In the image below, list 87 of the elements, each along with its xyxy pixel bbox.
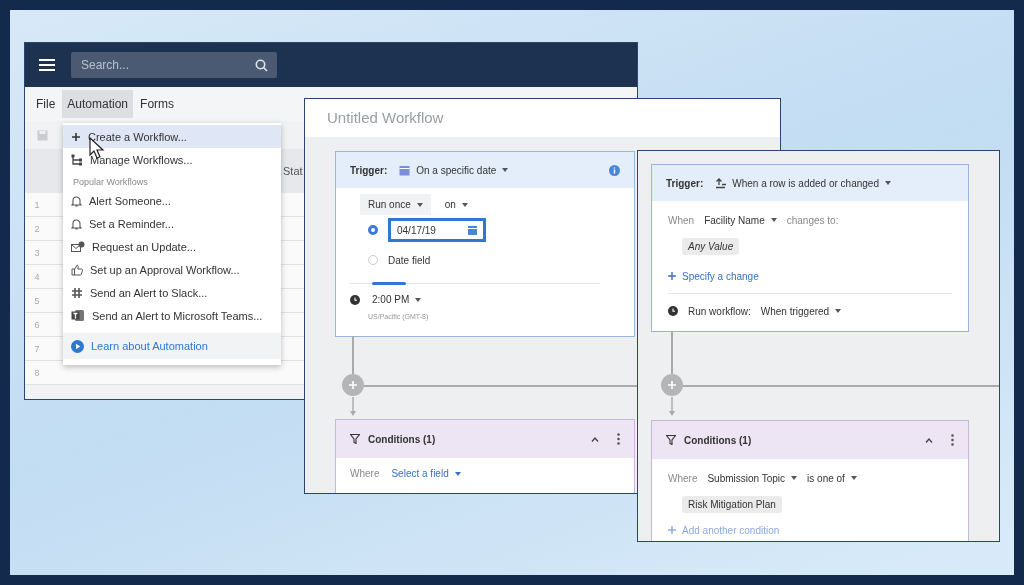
row-number: 6 — [33, 319, 41, 330]
option-label: Date field — [388, 254, 431, 266]
play-icon — [71, 339, 84, 353]
row-number: 5 — [33, 295, 41, 306]
frequency-dropdown[interactable]: Run once — [360, 194, 431, 215]
plus-icon — [349, 381, 357, 389]
field-dropdown[interactable]: Submission Topic — [707, 472, 798, 484]
upload-icon — [715, 177, 727, 189]
hierarchy-icon — [71, 153, 83, 166]
more-icon[interactable] — [951, 434, 954, 446]
search-icon[interactable] — [255, 59, 268, 72]
filter-icon — [350, 434, 360, 444]
trigger-label: Trigger: — [666, 177, 704, 189]
menu-item[interactable]: Learn about Automation — [63, 333, 281, 359]
caret-icon — [454, 471, 461, 476]
row-number: 3 — [33, 247, 41, 258]
specify-change-link[interactable]: Specify a change — [668, 263, 952, 289]
column-header: Stat — [283, 165, 303, 177]
menu-item[interactable]: Set up an Approval Workflow... — [63, 258, 281, 281]
collapse-icon[interactable] — [925, 437, 933, 443]
caret-icon — [835, 309, 842, 313]
caret-icon — [416, 202, 423, 207]
run-dropdown[interactable]: When triggered — [760, 305, 842, 317]
more-icon[interactable] — [617, 433, 620, 445]
column-dropdown[interactable]: Facility Name — [704, 214, 777, 226]
operator-dropdown[interactable]: is one of — [807, 472, 857, 484]
where-label: Where — [668, 472, 698, 484]
caret-icon — [885, 181, 891, 185]
preposition-dropdown[interactable]: on — [444, 199, 468, 210]
menu-item[interactable]: Request an Update... — [63, 235, 281, 258]
value-chip: Risk Mitigation Plan — [682, 495, 782, 513]
clock-icon — [350, 294, 360, 305]
plus-icon — [668, 272, 676, 280]
menu-item[interactable]: Alert Someone... — [63, 189, 281, 212]
calendar-icon[interactable] — [468, 225, 477, 235]
bell-icon — [71, 194, 82, 207]
calendar-icon — [399, 164, 411, 176]
value-chip: Any Value — [682, 237, 740, 255]
row-number: 4 — [33, 271, 41, 282]
bell-icon — [71, 217, 82, 230]
menu-icon[interactable] — [39, 59, 55, 71]
time-dropdown[interactable]: 2:00 PM — [372, 294, 422, 305]
conditions-title: Conditions (1) — [368, 433, 436, 445]
arrow-icon — [349, 397, 357, 417]
envelope-icon — [71, 240, 85, 253]
plus-icon — [668, 381, 676, 389]
menu-item[interactable]: Send an Alert to Slack... — [63, 281, 281, 304]
where-label: Where — [350, 468, 380, 479]
info-icon[interactable] — [609, 164, 620, 176]
row-number: 7 — [33, 343, 41, 354]
menu-section-heading: Popular Workflows — [72, 176, 149, 189]
caret-icon — [770, 218, 777, 222]
arrow-icon — [668, 397, 676, 417]
row-number: 1 — [33, 199, 41, 210]
search-field[interactable]: Search... — [71, 52, 277, 78]
caret-icon — [791, 476, 798, 480]
field-dropdown[interactable]: Select a field — [391, 468, 461, 479]
radio-button[interactable] — [368, 225, 378, 235]
date-field[interactable]: 04/17/19 — [388, 218, 486, 242]
caret-icon — [502, 168, 509, 172]
run-workflow-label: Run workflow: — [688, 305, 751, 317]
menu-item[interactable]: Set a Reminder... — [63, 212, 281, 235]
filter-icon — [666, 435, 676, 445]
trigger-dropdown[interactable]: When a row is added or changed — [715, 177, 891, 189]
row-number: 2 — [33, 223, 41, 234]
radio-button[interactable] — [368, 255, 378, 265]
caret-icon — [415, 297, 422, 302]
caret-icon — [850, 476, 857, 480]
when-label: When — [668, 214, 695, 226]
plus-icon — [668, 526, 676, 534]
menu-item[interactable]: Manage Workflows... — [63, 148, 281, 171]
collapse-icon[interactable] — [591, 436, 599, 442]
conditions-title: Conditions (1) — [684, 434, 752, 446]
trigger-label: Trigger: — [350, 164, 388, 176]
menu-tab[interactable]: Forms — [135, 90, 180, 118]
clock-icon — [668, 306, 678, 316]
menu-item[interactable]: Send an Alert to Microsoft Teams... — [63, 304, 281, 327]
trigger-dropdown[interactable]: On a specific date — [399, 164, 509, 176]
caret-icon — [461, 202, 468, 207]
row-number: 8 — [33, 367, 41, 378]
people-logo-icon — [71, 309, 85, 322]
menu-tab[interactable]: Automation — [62, 90, 134, 118]
menu-tab[interactable]: File — [31, 90, 61, 118]
thumbs-up-icon — [71, 263, 83, 276]
hash-icon — [71, 286, 83, 299]
changes-label: changes to: — [786, 214, 839, 226]
plus-icon — [71, 131, 81, 142]
